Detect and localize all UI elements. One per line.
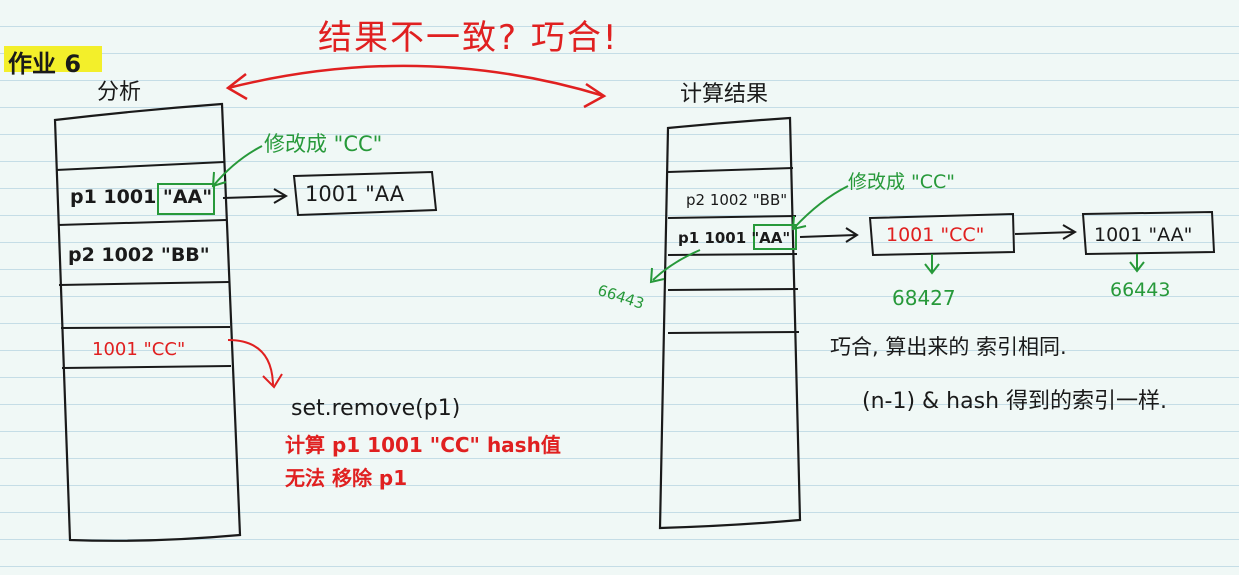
left-node-text: 1001 "AA [305,182,405,206]
conclusion-line-2: (n-1) & hash 得到的索引一样. [862,389,1168,414]
left-table-line [55,161,225,171]
left-pointer-line [222,195,286,199]
right-table-line [667,331,800,334]
left-row-3: 1001 "CC" [92,339,186,360]
arrowhead-right-red [583,82,607,109]
remove-note-line-1: 计算 p1 1001 "CC" hash值 [285,433,561,457]
remove-note-line-2: 无法 移除 p1 [285,466,408,490]
conclusion-line-1: 巧合, 算出来的 索引相同. [830,335,1067,359]
right-table-outline [658,116,802,530]
headline-text: 结果不一致? 巧合! [318,18,619,58]
right-modify-label: 修改成 "CC" [848,171,956,193]
right-table-line [667,288,799,291]
right-modify-arrow [793,185,849,229]
right-node1-text: 1001 "CC" [886,224,985,246]
right-node2-text: 1001 "AA" [1094,224,1193,246]
left-title: 分析 [97,80,142,105]
left-table-line [57,219,227,226]
right-table-line [667,167,794,173]
right-table-line [667,215,797,219]
left-row-1: p1 1001 "AA" [70,186,213,208]
hash-value-node2: 66443 [1110,279,1171,301]
left-row-2: p2 1002 "BB" [68,244,210,266]
left-table-line [60,326,231,329]
hash-value-node1: 68427 [892,286,956,310]
right-pointer-line [799,234,857,238]
right-chain-line [1014,231,1075,235]
right-title: 计算结果 [680,82,769,107]
right-row-2: p1 1001 "AA" [678,229,791,247]
assignment-tag: 作业 6 [8,50,82,78]
left-table-line [58,281,230,286]
double-arrow-red [227,64,605,98]
left-table-line [61,365,232,369]
remove-call: set.remove(p1) [291,396,461,421]
right-row-1: p2 1002 "BB" [686,191,788,209]
left-modify-label: 修改成 "CC" [264,132,383,156]
left-modify-arrow [213,145,263,186]
